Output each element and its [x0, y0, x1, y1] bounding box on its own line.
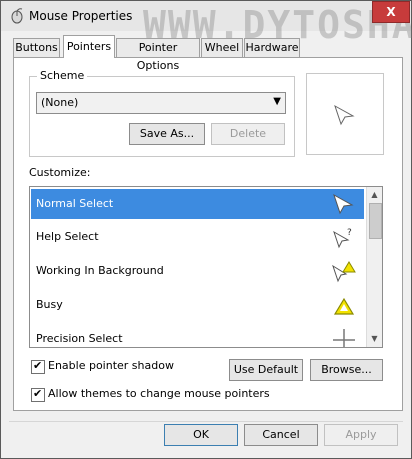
scroll-up-icon[interactable]: ▲ — [367, 187, 382, 203]
list-item-label: Normal Select — [36, 197, 114, 210]
list-item-label: Precision Select — [36, 332, 123, 345]
close-button[interactable]: X — [372, 1, 410, 23]
scheme-value: (None) — [41, 96, 79, 109]
apply-button[interactable]: Apply — [324, 424, 398, 446]
scroll-thumb[interactable] — [369, 203, 382, 239]
list-item[interactable]: Busy — [31, 290, 364, 320]
list-item-label: Busy — [36, 298, 63, 311]
list-item[interactable]: Normal Select — [31, 189, 364, 219]
save-as-button[interactable]: Save As... — [129, 123, 205, 145]
tab-buttons[interactable]: Buttons — [13, 38, 60, 57]
browse-button[interactable]: Browse... — [310, 359, 383, 381]
list-item[interactable]: Help Select ? — [31, 222, 364, 252]
ok-button[interactable]: OK — [164, 424, 238, 446]
list-item-label: Working In Background — [36, 264, 164, 277]
cursor-list[interactable]: Normal Select Help Select ? Working In B… — [29, 186, 383, 348]
cancel-button[interactable]: Cancel — [244, 424, 318, 446]
list-item[interactable]: Working In Background — [31, 256, 364, 286]
title-bar[interactable]: Mouse Properties WWW.DYTOSHARE.US X — [1, 1, 412, 47]
list-item[interactable]: Precision Select — [31, 324, 364, 347]
list-item-label: Help Select — [36, 230, 99, 243]
cursor-preview — [306, 73, 384, 155]
chevron-down-icon: ▼ — [273, 96, 281, 107]
themes-checkbox[interactable] — [31, 387, 45, 402]
window-title: Mouse Properties — [29, 9, 133, 23]
arrow-cursor-icon — [334, 104, 355, 126]
scheme-label: Scheme — [37, 69, 88, 82]
tab-pointers[interactable]: Pointers — [63, 35, 115, 58]
scheme-select[interactable]: (None) ▼ — [36, 92, 286, 114]
mouse-icon — [11, 8, 23, 24]
shadow-checkbox[interactable] — [31, 359, 45, 374]
themes-label: Allow themes to change mouse pointers — [48, 387, 270, 400]
scrollbar[interactable]: ▲ ▼ — [366, 187, 382, 347]
tab-wheel[interactable]: Wheel — [201, 38, 243, 57]
working-cursor-icon — [332, 261, 356, 283]
scroll-down-icon[interactable]: ▼ — [367, 331, 382, 347]
tab-hardware[interactable]: Hardware — [244, 38, 300, 57]
help-cursor-icon: ? — [333, 228, 352, 249]
crosshair-cursor-icon — [333, 329, 355, 347]
svg-text:?: ? — [347, 228, 352, 238]
tab-pointer-options[interactable]: Pointer Options — [116, 38, 200, 72]
footer-divider — [9, 421, 403, 422]
arrow-cursor-icon — [333, 193, 354, 215]
mouse-properties-window: Mouse Properties WWW.DYTOSHARE.US X Butt… — [0, 0, 412, 459]
customize-label: Customize: — [29, 166, 91, 179]
busy-cursor-icon — [333, 297, 355, 315]
shadow-label: Enable pointer shadow — [48, 359, 174, 372]
delete-button[interactable]: Delete — [211, 123, 285, 145]
close-icon: X — [386, 5, 396, 19]
use-default-button[interactable]: Use Default — [229, 359, 303, 381]
